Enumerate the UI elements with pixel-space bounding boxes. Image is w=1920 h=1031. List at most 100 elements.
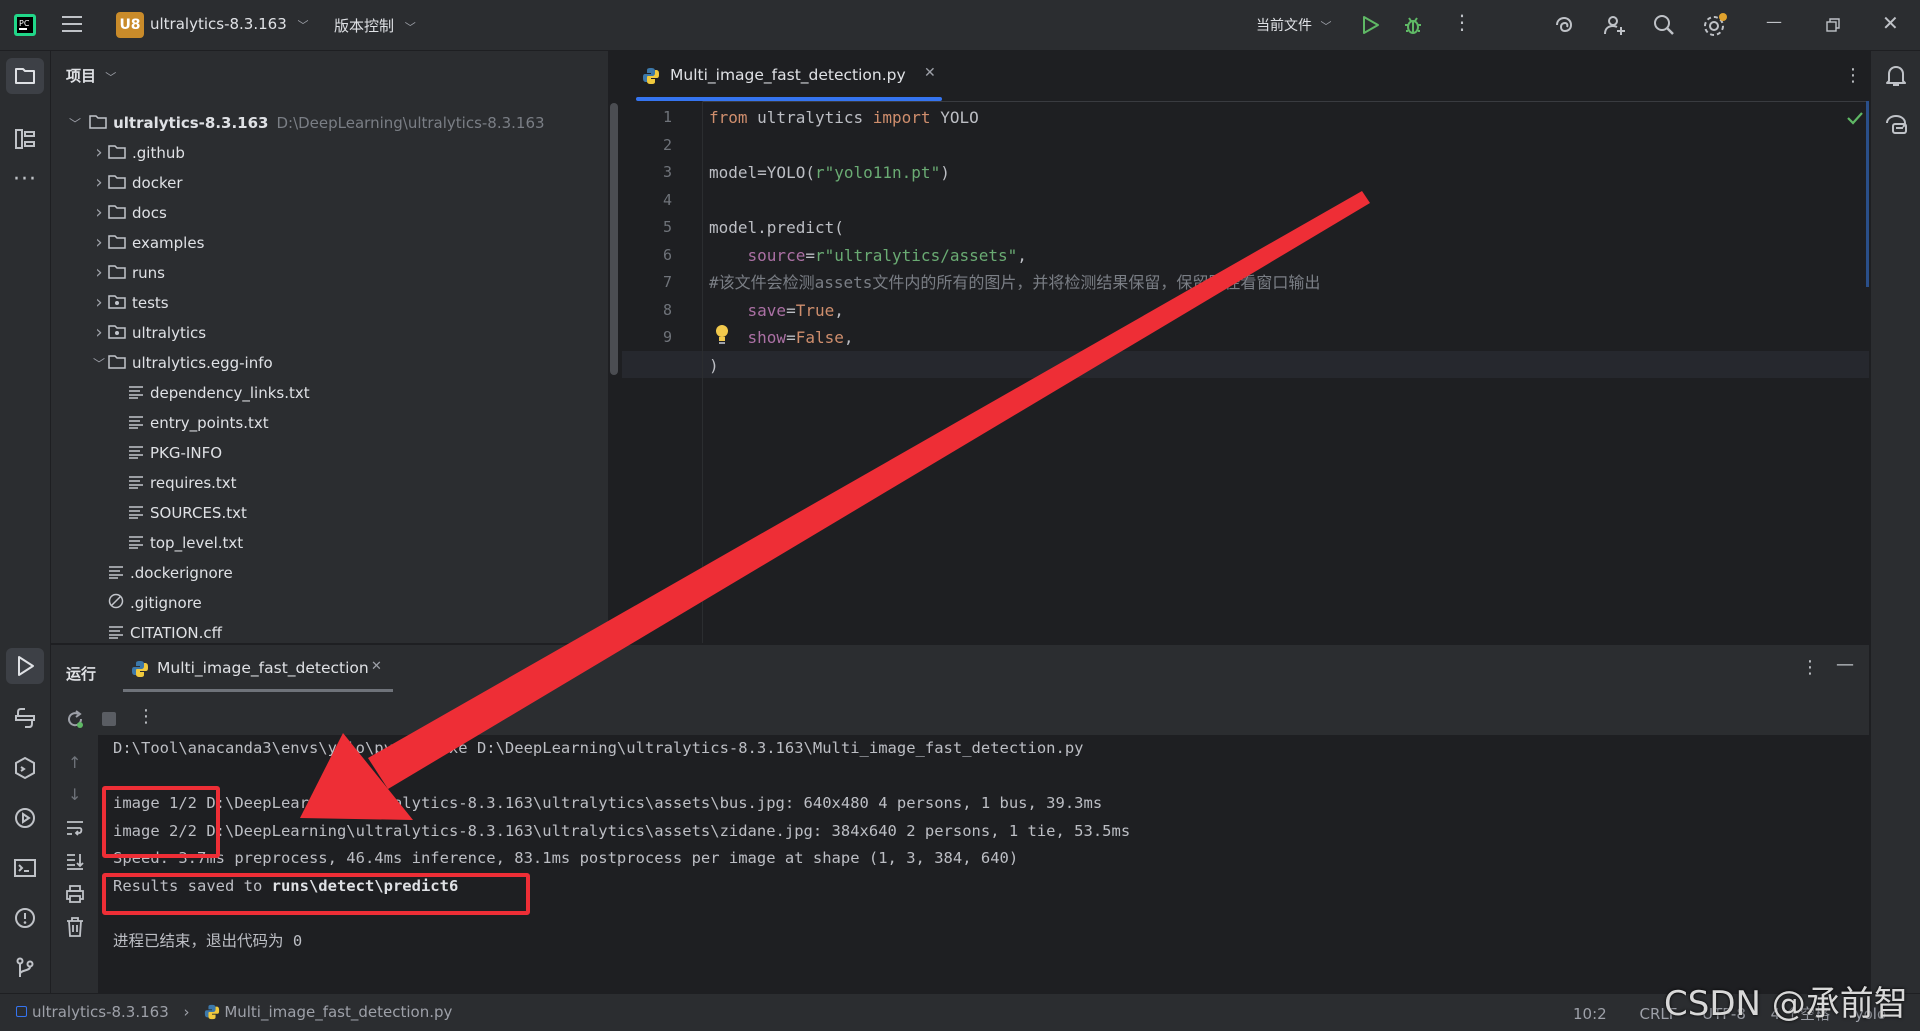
tree-root-path: D:\DeepLearning\ultralytics-8.3.163 <box>276 114 545 132</box>
scroll-down-icon[interactable]: ↓ <box>68 785 81 804</box>
scroll-up-icon[interactable]: ↑ <box>68 753 81 772</box>
stop-icon[interactable] <box>102 712 116 726</box>
tree-item[interactable]: › runs <box>66 258 606 288</box>
editor-scrollbar[interactable] <box>1866 101 1869 287</box>
close-run-tab-icon[interactable]: ✕ <box>371 659 382 674</box>
services-icon[interactable] <box>13 806 37 830</box>
code-line: show=False, <box>747 328 854 347</box>
tree-item-label: CITATION.cff <box>130 624 222 642</box>
more-actions-icon[interactable]: ⋮ <box>1452 12 1472 32</box>
ai-chat-icon[interactable] <box>1884 114 1908 136</box>
chevron-right-icon[interactable]: › <box>90 318 108 348</box>
vcs-menu-label: 版本控制 <box>334 17 395 35</box>
settings-icon[interactable] <box>1702 12 1728 38</box>
clear-all-icon[interactable] <box>66 917 84 937</box>
chevron-right-icon[interactable]: › <box>90 138 108 168</box>
console-line: D:\Tool\anacanda3\envs\yolo\python.exe D… <box>113 739 1084 757</box>
tree-item[interactable]: PKG-INFO <box>66 438 606 468</box>
rerun-icon[interactable] <box>65 709 85 729</box>
chevron-right-icon[interactable]: › <box>90 288 108 318</box>
console-output[interactable]: D:\Tool\anacanda3\envs\yolo\python.exe D… <box>98 735 1869 993</box>
python-packages-icon[interactable] <box>13 706 37 730</box>
tree-item[interactable]: › docker <box>66 168 606 198</box>
tree-root[interactable]: ﹀ ultralytics-8.3.163 D:\DeepLearning\ult… <box>66 108 606 138</box>
code-line: model=YOLO(r"yolo11n.pt") <box>709 163 950 182</box>
tree-item-label: .github <box>132 144 185 162</box>
python-console-icon[interactable] <box>13 756 37 780</box>
no-problems-check-icon[interactable] <box>1846 110 1864 129</box>
folder-icon <box>108 199 126 229</box>
tree-item-label: runs <box>132 264 165 282</box>
breadcrumb: ultralytics-8.3.163 › Multi_image_fast_d… <box>16 1003 452 1024</box>
tree-item-label: .dockerignore <box>130 564 233 582</box>
tree-item[interactable]: › ultralytics <box>66 318 606 348</box>
run-config-selector[interactable]: 当前文件 ﹀ <box>1256 15 1331 35</box>
tree-item-label: top_level.txt <box>150 534 244 552</box>
tree-item[interactable]: › .github <box>66 138 606 168</box>
tree-item[interactable]: top_level.txt <box>66 528 606 558</box>
add-user-icon[interactable] <box>1603 13 1627 37</box>
tree-item[interactable]: requires.txt <box>66 468 606 498</box>
close-window-button[interactable]: ✕ <box>1882 11 1899 35</box>
breadcrumb-project[interactable]: ultralytics-8.3.163 <box>32 1003 169 1021</box>
hide-panel-icon[interactable]: — <box>1836 654 1854 675</box>
structure-icon[interactable] <box>14 128 36 150</box>
tree-item[interactable]: ﹀ ultralytics.egg-info <box>66 348 606 378</box>
main-menu-icon[interactable] <box>62 15 82 33</box>
tree-item[interactable]: › tests <box>66 288 606 318</box>
soft-wrap-icon[interactable] <box>65 819 85 837</box>
chevron-right-icon[interactable]: › <box>90 228 108 258</box>
text-file-icon <box>128 379 144 409</box>
editor-tab[interactable]: Multi_image_fast_detection.py ✕ <box>636 51 948 101</box>
active-run-tab-indicator <box>123 689 393 692</box>
caret-position[interactable]: 10:2 <box>1573 1005 1607 1023</box>
minimize-window-button[interactable]: — <box>1766 12 1782 31</box>
chevron-right-icon[interactable]: › <box>90 168 108 198</box>
tree-root-name: ultralytics-8.3.163 <box>113 114 269 132</box>
notifications-icon[interactable] <box>1885 64 1907 88</box>
run-more-icon[interactable]: ⋮ <box>137 706 155 727</box>
tree-item[interactable]: entry_points.txt <box>66 408 606 438</box>
folder-icon <box>108 229 126 259</box>
project-name-menu[interactable]: ultralytics-8.3.163 ﹀ <box>150 15 309 33</box>
tree-item[interactable]: .dockerignore <box>66 558 606 588</box>
project-panel-header[interactable]: 项目 ﹀ <box>66 65 116 86</box>
debug-icon[interactable] <box>1403 14 1423 36</box>
editor-tab-label: Multi_image_fast_detection.py <box>670 66 906 84</box>
run-panel-options-icon[interactable]: ⋮ <box>1801 657 1819 678</box>
tree-item[interactable]: SOURCES.txt <box>66 498 606 528</box>
problems-icon[interactable] <box>13 906 37 930</box>
text-file-icon <box>128 529 144 559</box>
project-panel-title: 项目 <box>66 67 97 85</box>
tree-item[interactable]: .gitignore <box>66 588 606 618</box>
chevron-right-icon[interactable]: › <box>90 198 108 228</box>
scroll-to-end-icon[interactable] <box>65 852 85 870</box>
editor-more-icon[interactable]: ⋮ <box>1844 65 1862 86</box>
restore-window-button[interactable] <box>1826 17 1840 36</box>
tree-scrollbar[interactable] <box>610 103 618 375</box>
tree-item[interactable]: › examples <box>66 228 606 258</box>
search-icon[interactable] <box>1653 14 1675 36</box>
code-content[interactable]: from ultralytics import YOLO ​ model=YOLO(… <box>709 104 1849 379</box>
code-line: source=r"ultralytics/assets", <box>747 245 1027 265</box>
console-lines: D:\Tool\anacanda3\envs\yolo\python.exe D… <box>113 735 1130 955</box>
text-file-icon <box>128 499 144 529</box>
ai-assistant-icon[interactable] <box>1553 14 1575 36</box>
vcs-menu[interactable]: 版本控制 ﹀ <box>334 15 416 36</box>
print-icon[interactable] <box>65 885 85 903</box>
git-icon[interactable] <box>13 956 37 980</box>
terminal-icon[interactable] <box>13 856 37 880</box>
breadcrumb-file[interactable]: Multi_image_fast_detection.py <box>224 1003 452 1021</box>
chevron-down-icon[interactable]: ﹀ <box>90 349 108 379</box>
run-tool-button[interactable] <box>6 648 44 684</box>
run-icon[interactable] <box>1362 15 1380 35</box>
chevron-right-icon[interactable]: › <box>90 258 108 288</box>
line-number: 3 <box>662 163 672 181</box>
more-tools-icon[interactable]: ··· <box>13 167 37 192</box>
close-tab-icon[interactable]: ✕ <box>924 65 936 81</box>
code-line: #该文件会检测assets文件内的所有的图片，并将检测结果保留，保留路径看窗口输… <box>709 273 1321 292</box>
project-tool-button[interactable] <box>6 58 44 94</box>
run-tab[interactable]: Multi_image_fast_detection ✕ <box>123 645 393 693</box>
tree-item[interactable]: dependency_links.txt <box>66 378 606 408</box>
tree-item[interactable]: › docs <box>66 198 606 228</box>
